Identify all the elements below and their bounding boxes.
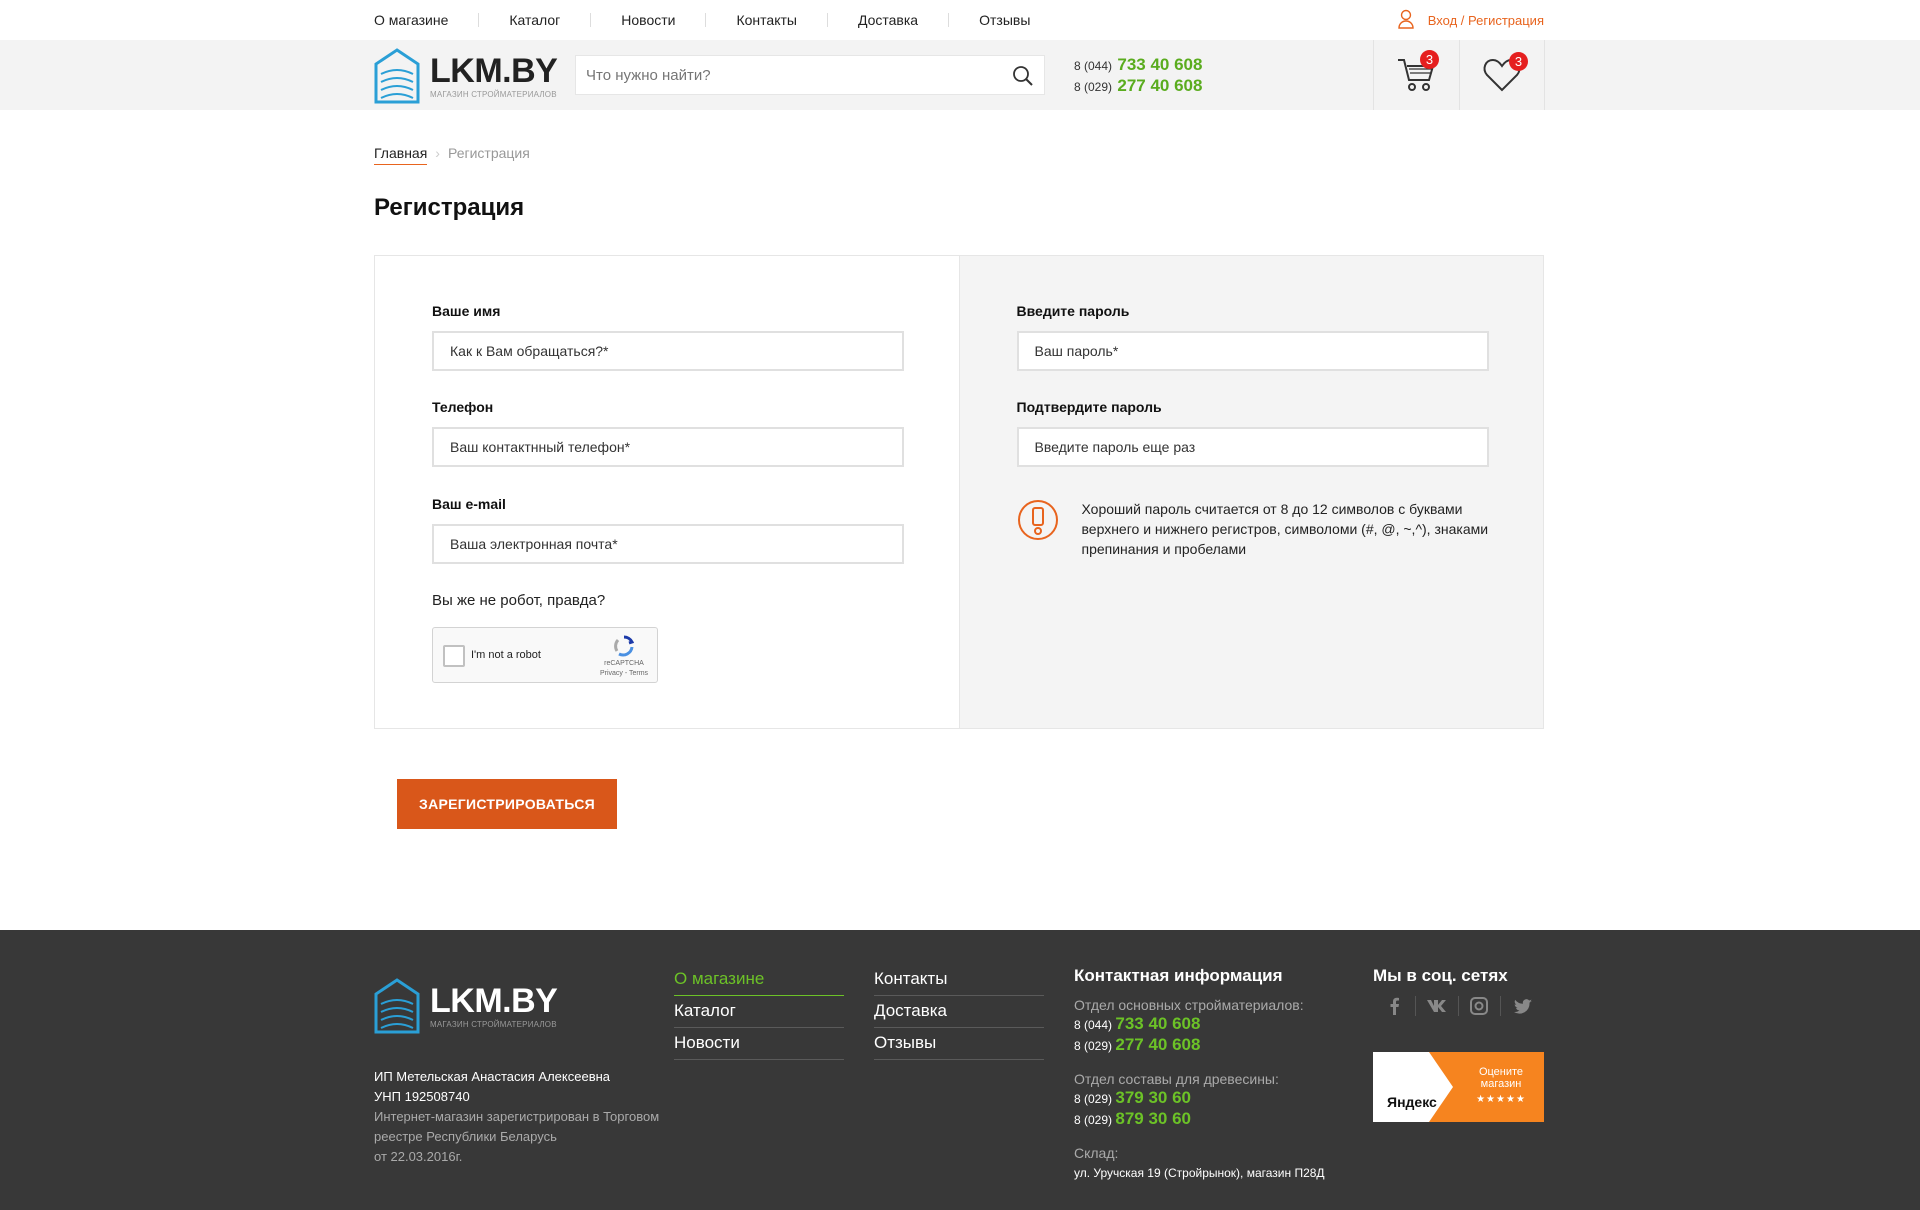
breadcrumb-current: Регистрация xyxy=(447,145,530,161)
name-label: Ваше имя xyxy=(432,303,501,319)
footer-social: Мы в соц. сетях Яндекс Оцените магазин ★… xyxy=(1373,966,1544,1122)
recaptcha-label: I'm not a robot xyxy=(471,649,541,661)
instagram-icon[interactable] xyxy=(1459,996,1502,1016)
warehouse-address: ул. Уручская 19 (Стройрынок), магазин П2… xyxy=(1074,1166,1325,1180)
footer-link-catalog[interactable]: Каталог xyxy=(674,996,844,1028)
breadcrumb-home[interactable]: Главная xyxy=(374,145,428,165)
form-left-column: Ваше имя Как к Вам обращаться?* Телефон … xyxy=(375,256,960,728)
yandex-badge-left xyxy=(1373,1052,1453,1122)
yandex-rating-badge[interactable]: Яндекс Оцените магазин ★★★★★ xyxy=(1373,1052,1544,1122)
contacts-title: Контактная информация xyxy=(1074,966,1283,985)
footer: LKM.BY МАГАЗИН СТРОЙМАТЕРИАЛОВ ИП Метель… xyxy=(0,930,1920,1210)
social-title: Мы в соц. сетях xyxy=(1373,966,1508,985)
footer-link-news[interactable]: Новости xyxy=(674,1028,844,1060)
robot-question: Вы же не робот, правда? xyxy=(432,592,606,609)
phone-field-group: Телефон Ваш контактнный телефон* xyxy=(432,399,904,467)
yandex-rate-text: Оцените магазин xyxy=(1478,1066,1524,1090)
footer-menu-1: О магазине Каталог Новости xyxy=(674,964,844,1060)
dept1-label: Отдел основных стройматериалов: xyxy=(1074,997,1304,1013)
yandex-brand: Яндекс xyxy=(1387,1094,1437,1110)
form-right-column: Введите пароль Ваш пароль* Подтвердите п… xyxy=(959,256,1543,728)
register-button[interactable]: ЗАРЕГИСТРИРОВАТЬСЯ xyxy=(397,779,617,829)
recaptcha-checkbox[interactable] xyxy=(443,645,465,667)
email-label: Ваш e-mail xyxy=(432,496,506,512)
password-confirm-label: Подтвердите пароль xyxy=(1016,399,1162,415)
recaptcha-widget: I'm not a robot reCAPTCHA Privacy - Term… xyxy=(432,627,658,683)
footer-link-contacts[interactable]: Контакты xyxy=(874,964,1044,996)
phone-input[interactable]: Ваш контактнный телефон* xyxy=(432,427,904,467)
footer-legal: ИП Метельская Анастасия Алексеевна УНП 1… xyxy=(374,1067,664,1167)
email-input[interactable]: Ваша электронная почта* xyxy=(432,524,904,564)
footer-link-delivery[interactable]: Доставка xyxy=(874,996,1044,1028)
vk-icon[interactable] xyxy=(1416,996,1459,1016)
recaptcha-logo: reCAPTCHA Privacy - Terms xyxy=(599,634,649,677)
password-confirm-input[interactable]: Введите пароль еще раз xyxy=(1016,427,1489,467)
registration-form: Ваше имя Как к Вам обращаться?* Телефон … xyxy=(374,255,1544,729)
password-hint-text: Хороший пароль считается от 8 до 12 симв… xyxy=(1081,501,1489,557)
twitter-icon[interactable] xyxy=(1501,996,1544,1016)
breadcrumb: Главная › Регистрация xyxy=(374,145,530,165)
yandex-stars: ★★★★★ xyxy=(1476,1094,1526,1105)
recaptcha-links[interactable]: Privacy - Terms xyxy=(599,670,649,677)
footer-link-reviews[interactable]: Отзывы xyxy=(874,1028,1044,1060)
password-hint: Хороший пароль считается от 8 до 12 симв… xyxy=(1017,499,1497,559)
recaptcha-icon xyxy=(614,635,635,657)
password-confirm-field-group: Подтвердите пароль Введите пароль еще ра… xyxy=(1016,399,1489,467)
password-field-group: Введите пароль Ваш пароль* xyxy=(1016,303,1489,371)
dept1-phone-1[interactable]: 8 (044) 733 40 608 xyxy=(1074,1014,1344,1035)
dept2-phone-1[interactable]: 8 (029) 379 30 60 xyxy=(1074,1088,1344,1109)
name-field-group: Ваше имя Как к Вам обращаться?* xyxy=(432,303,904,371)
dept1-phone-2[interactable]: 8 (029) 277 40 608 xyxy=(1074,1035,1344,1056)
phone-label: Телефон xyxy=(432,399,494,415)
facebook-icon[interactable] xyxy=(1373,996,1416,1016)
legal-registry-date: от 22.03.2016г. xyxy=(374,1149,463,1164)
email-field-group: Ваш e-mail Ваша электронная почта* xyxy=(432,496,904,564)
exclamation-icon xyxy=(1017,500,1058,540)
social-links xyxy=(1373,996,1544,1016)
warehouse-label: Склад: xyxy=(1074,1145,1119,1161)
breadcrumb-separator-icon: › xyxy=(435,145,440,161)
dept2-phone-2[interactable]: 8 (029) 879 30 60 xyxy=(1074,1109,1344,1130)
dept2-label: Отдел составы для древесины: xyxy=(1074,1071,1279,1087)
footer-logo[interactable]: LKM.BY МАГАЗИН СТРОЙМАТЕРИАЛОВ xyxy=(374,978,558,1034)
name-input[interactable]: Как к Вам обращаться?* xyxy=(432,331,904,371)
legal-registry: Интернет-магазин зарегистрирован в Торго… xyxy=(374,1109,660,1144)
recaptcha-brand: reCAPTCHA xyxy=(604,660,644,667)
legal-unp: УНП 192508740 xyxy=(374,1089,470,1104)
password-input[interactable]: Ваш пароль* xyxy=(1016,331,1489,371)
logo-house-icon xyxy=(374,978,420,1034)
footer-menu-2: Контакты Доставка Отзывы xyxy=(874,964,1044,1060)
footer-contacts: Контактная информация Отдел основных стр… xyxy=(1074,966,1344,1180)
footer-logo-tagline: МАГАЗИН СТРОЙМАТЕРИАЛОВ xyxy=(430,1020,557,1029)
page-title: Регистрация xyxy=(374,194,525,221)
password-label: Введите пароль xyxy=(1016,303,1130,319)
footer-logo-text: LKM.BY xyxy=(430,982,558,1020)
footer-link-about[interactable]: О магазине xyxy=(674,964,844,996)
legal-name: ИП Метельская Анастасия Алексеевна xyxy=(374,1069,611,1084)
